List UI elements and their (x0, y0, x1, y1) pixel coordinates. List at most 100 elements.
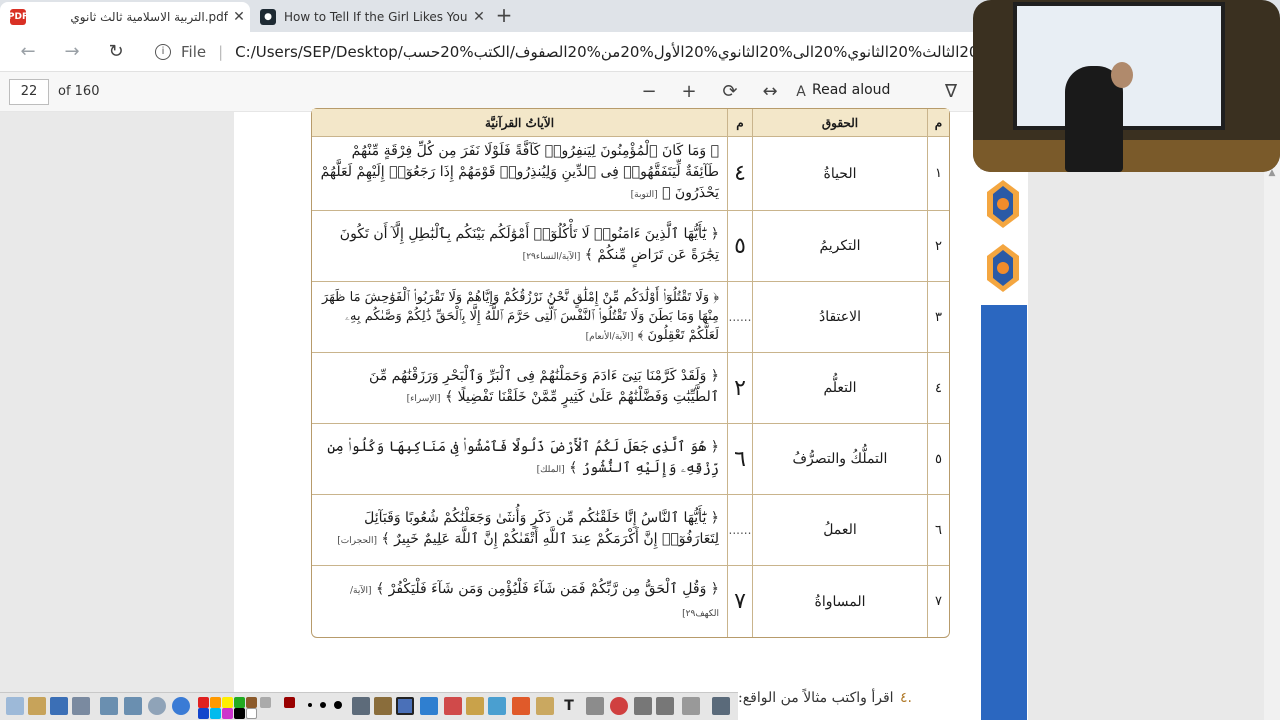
header-mark: م (727, 109, 752, 137)
new-tab-button[interactable]: + (492, 4, 516, 28)
next-tool-icon[interactable] (124, 697, 142, 715)
table-row: ١ الحياةُ ٤ ﴿ وَمَا كَانَ ٱلْمُؤْمِنُونَ… (312, 137, 949, 211)
ayah-reference: [الإسراء] (406, 394, 441, 404)
row-number: ٧ (927, 566, 949, 637)
row-right: التكريمُ (752, 211, 927, 282)
pen-tool-icon[interactable] (396, 697, 414, 715)
color-green-swatch[interactable] (234, 697, 245, 708)
shape-tool-icon[interactable] (512, 697, 530, 715)
highlighter-tool-icon[interactable] (420, 697, 438, 715)
row-right: الحياةُ (752, 137, 927, 211)
medium-stroke-icon[interactable] (320, 702, 326, 708)
color-cyan-swatch[interactable] (210, 708, 221, 719)
fit-page-icon[interactable]: ↔ (759, 81, 781, 103)
header-right: الحقوق (752, 109, 927, 137)
rights-table: م الحقوق م الآياتُ القرآنيَّة ١ الحياةُ … (311, 108, 950, 638)
color-white-swatch[interactable] (246, 708, 257, 719)
ayah-reference: [الآية/النساء٢٩] (522, 252, 581, 262)
pointer-tool-icon[interactable] (6, 697, 24, 715)
read-aloud-icon[interactable]: A (790, 81, 812, 103)
ayah-text: ﴿ هُوَ ٱلَّذِى جَعَلَ لَكُمُ ٱلْأَرْضَ ذ… (327, 439, 719, 476)
clipboard-tool-icon[interactable] (536, 697, 554, 715)
rotate-icon[interactable]: ⟳ (719, 81, 741, 103)
ayah-text: ﴿ وَلَا تَقْتُلُوٓا۟ أَوْلَٰدَكُم مِّنْ … (321, 289, 719, 343)
draw-icon[interactable]: ∇ (940, 81, 962, 103)
eraser-tool-icon[interactable] (444, 697, 462, 715)
screen-tool-icon[interactable] (50, 697, 68, 715)
read-aloud-button[interactable]: Read aloud (812, 82, 890, 98)
ayah-text: ﴿ وَمَا كَانَ ٱلْمُؤْمِنُونَ لِيَنفِرُوا… (320, 143, 719, 201)
side-blue-band (981, 305, 1027, 720)
info-icon[interactable]: i (155, 44, 171, 60)
annotation-toolbar: T (0, 692, 738, 720)
page-tool-icon[interactable] (28, 697, 46, 715)
play-tool-icon[interactable] (148, 697, 166, 715)
fill-tool-icon[interactable] (466, 697, 484, 715)
row-ayah: ﴿ وَلَا تَقْتُلُوٓا۟ أَوْلَٰدَكُم مِّنْ … (312, 282, 727, 353)
zoom-in-icon[interactable]: + (678, 81, 700, 103)
row-right: المساواةُ (752, 566, 927, 637)
undo-tool-icon[interactable] (634, 697, 652, 715)
color-darkred-swatch[interactable] (284, 697, 295, 708)
exercise-number: ٤. (900, 690, 912, 706)
settings-tool-icon[interactable] (72, 697, 90, 715)
scrollbar[interactable] (1264, 160, 1280, 720)
close-icon[interactable]: ✕ (228, 9, 250, 25)
exercise-prompt: اقرأ واكتب مثالاً من الواقع: (738, 690, 894, 706)
pdf-icon: PDF (8, 9, 28, 25)
ayah-reference: [التوبة] (630, 190, 658, 200)
row-ayah: ﴿ وَلَقَدْ كَرَّمْنَا بَنِىٓ ءَادَمَ وَح… (312, 353, 727, 424)
color-purple-swatch[interactable] (222, 708, 233, 719)
cursor-tool-icon[interactable] (352, 697, 370, 715)
row-ayah: ﴿ وَمَا كَانَ ٱلْمُؤْمِنُونَ لِيَنفِرُوا… (312, 137, 727, 211)
row-number: ٢ (927, 211, 949, 282)
row-number: ١ (927, 137, 949, 211)
line-tool-icon[interactable] (488, 697, 506, 715)
table-row: ٧ المساواةُ ٧ ﴿ وَقُلِ ٱلْحَقُّ مِن رَّب… (312, 566, 949, 637)
back-tool-icon[interactable] (100, 697, 118, 715)
color-red-swatch[interactable] (198, 697, 209, 708)
color-brown-swatch[interactable] (246, 697, 257, 708)
answer-placeholder: ...... (727, 282, 752, 353)
row-ayah: ﴿ يَٰٓأَيُّهَا ٱلَّذِينَ ءَامَنُوا۟ لَا … (312, 211, 727, 282)
color-blue-swatch[interactable] (198, 708, 209, 719)
row-right: العملُ (752, 495, 927, 566)
tools-tool-icon[interactable] (374, 697, 392, 715)
table-row: ٦ العملُ ...... ﴿ يَٰٓأَيُّهَا ٱلنَّاسُ … (312, 495, 949, 566)
redo-tool-icon[interactable] (656, 697, 674, 715)
handwritten-answer: ٦ (727, 424, 752, 495)
color-yellow-swatch[interactable] (222, 697, 233, 708)
close-icon[interactable]: ✕ (468, 9, 490, 25)
thin-stroke-icon[interactable] (308, 703, 312, 707)
ornament-icon (987, 180, 1019, 228)
url-text: C:/Users/SEP/Desktop/ال...%20الثالث%20ال… (235, 43, 1022, 61)
header-ayah: الآياتُ القرآنيَّة (312, 109, 727, 137)
row-ayah: ﴿ وَقُلِ ٱلْحَقُّ مِن رَّبِّكُمْ فَمَن ش… (312, 566, 727, 637)
color-gray-swatch[interactable] (260, 697, 271, 708)
webcam-overlay (973, 0, 1280, 172)
row-right: التملُّكُ والتصرُّفُ (752, 424, 927, 495)
page-number-input[interactable]: 22 (9, 79, 49, 105)
tab-pdf[interactable]: PDF pdf.التربية الاسلامية ثالث ثانوي ✕ (0, 2, 250, 32)
ayah-text: ﴿ وَقُلِ ٱلْحَقُّ مِن رَّبِّكُمْ فَمَن ش… (375, 580, 719, 597)
thick-stroke-icon[interactable] (334, 701, 342, 709)
globe-tool-icon[interactable] (172, 697, 190, 715)
table-row: ٢ التكريمُ ٥ ﴿ يَٰٓأَيُّهَا ٱلَّذِينَ ءَ… (312, 211, 949, 282)
back-button[interactable]: ← (16, 40, 40, 64)
reload-button[interactable]: ↻ (104, 40, 128, 64)
scissors-tool-icon[interactable] (586, 697, 604, 715)
tab-video-site[interactable]: ● How to Tell If the Girl Likes You ✕ (250, 2, 490, 32)
forward-button[interactable]: → (60, 40, 84, 64)
color-orange-swatch[interactable] (210, 697, 221, 708)
exit-tool-icon[interactable] (712, 697, 730, 715)
clear-tool-icon[interactable] (682, 697, 700, 715)
row-right: الاعتقادُ (752, 282, 927, 353)
table-row: ٥ التملُّكُ والتصرُّفُ ٦ ﴿ هُوَ ٱلَّذِى … (312, 424, 949, 495)
refresh-tool-icon[interactable] (610, 697, 628, 715)
zoom-out-icon[interactable]: − (638, 81, 660, 103)
text-tool-icon[interactable]: T (560, 697, 578, 715)
header-num: م (927, 109, 949, 137)
ayah-reference: [الآية/الأنعام] (585, 331, 634, 342)
row-ayah: ﴿ يَٰٓأَيُّهَا ٱلنَّاسُ إِنَّا خَلَقْنَٰ… (312, 495, 727, 566)
color-black-swatch[interactable] (234, 708, 245, 719)
